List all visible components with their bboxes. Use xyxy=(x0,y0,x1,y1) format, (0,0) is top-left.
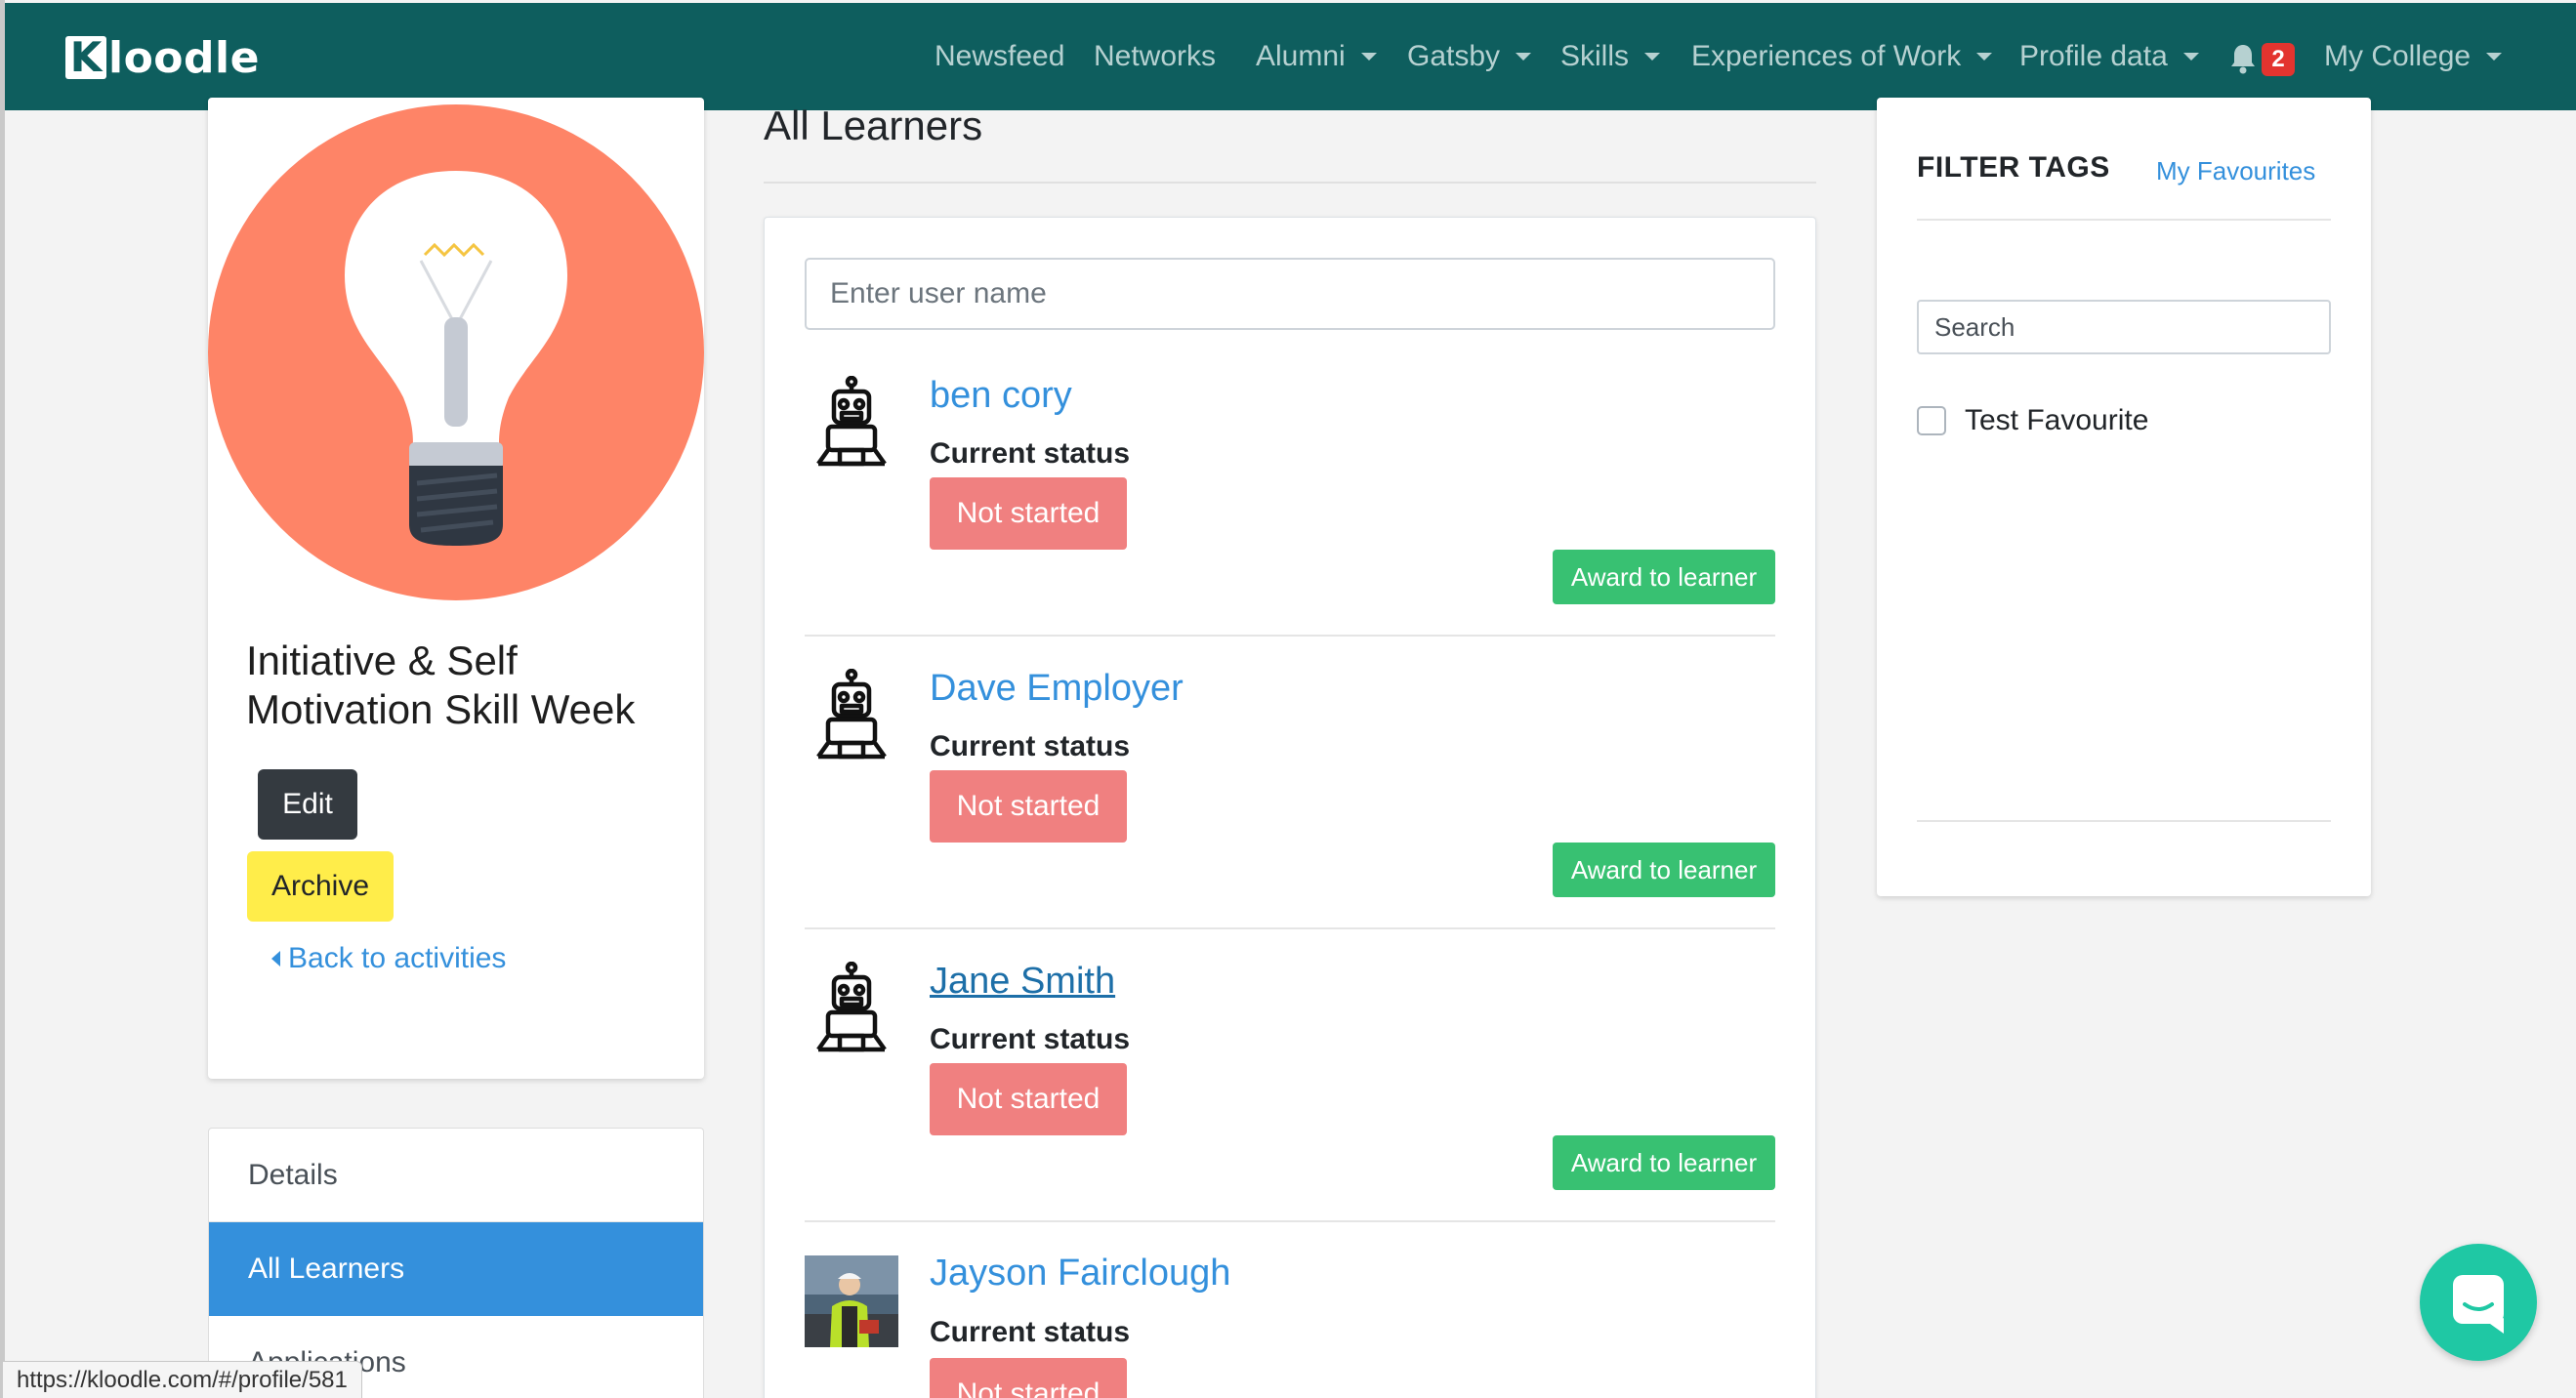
activity-menu: Details All Learners Applications xyxy=(208,1128,704,1398)
row-divider xyxy=(805,635,1775,637)
learner-name-link[interactable]: Jayson Fairclough xyxy=(930,1253,1230,1295)
status-badge: Not started xyxy=(930,770,1127,843)
status-label: Current status xyxy=(930,730,1131,762)
nav-label: Experiences of Work xyxy=(1691,40,1962,72)
nav-label: Alumni xyxy=(1256,40,1346,72)
caret-down-icon xyxy=(2486,53,2503,61)
archive-button[interactable]: Archive xyxy=(247,851,394,922)
page-title: All Learners xyxy=(764,103,983,148)
divider xyxy=(1917,219,2331,221)
tag-search-input[interactable] xyxy=(1917,300,2331,354)
divider xyxy=(1917,820,2331,822)
logo-wordmark: loodle xyxy=(108,32,260,83)
kloodle-logo[interactable]: K loodle xyxy=(65,32,260,83)
robot-avatar-icon xyxy=(816,376,887,467)
robot-avatar-icon xyxy=(816,962,887,1052)
caret-down-icon xyxy=(2182,53,2199,61)
bell-icon[interactable] xyxy=(2229,43,2257,74)
menu-item-details[interactable]: Details xyxy=(209,1129,703,1222)
learner-photo-avatar xyxy=(805,1255,898,1347)
filter-tags-card xyxy=(1877,98,2371,896)
row-divider xyxy=(805,1220,1775,1222)
nav-profile-data-dropdown[interactable]: Profile data xyxy=(2019,37,2199,76)
status-label: Current status xyxy=(930,437,1131,470)
nav-label: Gatsby xyxy=(1407,40,1501,72)
test-favourite-checkbox[interactable] xyxy=(1917,406,1946,435)
nav-my-college-dropdown[interactable]: My College xyxy=(2324,37,2503,76)
award-to-learner-button[interactable]: Award to learner xyxy=(1553,843,1775,897)
caret-down-icon xyxy=(1516,53,1532,61)
edit-button[interactable]: Edit xyxy=(258,769,357,840)
test-favourite-label[interactable]: Test Favourite xyxy=(1965,404,2148,437)
back-to-activities-link[interactable]: Back to activities xyxy=(271,942,506,975)
learner-name-link[interactable]: Dave Employer xyxy=(930,668,1184,710)
nav-skills-dropdown[interactable]: Skills xyxy=(1560,37,1661,76)
nav-newsfeed[interactable]: Newsfeed xyxy=(935,37,1064,76)
nav-label: Profile data xyxy=(2019,40,2168,72)
window-edge xyxy=(0,0,5,1398)
browser-status-url: https://kloodle.com/#/profile/581 xyxy=(3,1361,362,1398)
back-link-label: Back to activities xyxy=(288,942,507,974)
caret-down-icon xyxy=(1360,53,1377,61)
award-to-learner-button[interactable]: Award to learner xyxy=(1553,550,1775,604)
nav-label: Skills xyxy=(1560,40,1630,72)
status-badge: Not started xyxy=(930,1358,1127,1398)
award-to-learner-button[interactable]: Award to learner xyxy=(1553,1135,1775,1190)
status-badge: Not started xyxy=(930,477,1127,550)
nav-alumni-dropdown[interactable]: Alumni xyxy=(1256,37,1377,76)
row-divider xyxy=(805,927,1775,929)
my-favourites-link[interactable]: My Favourites xyxy=(2156,156,2315,186)
user-search-input[interactable] xyxy=(805,258,1775,330)
status-label: Current status xyxy=(930,1023,1131,1055)
nav-gatsby-dropdown[interactable]: Gatsby xyxy=(1407,37,1532,76)
nav-experiences-dropdown[interactable]: Experiences of Work xyxy=(1691,37,1993,76)
logo-k-mark: K xyxy=(65,36,106,79)
divider xyxy=(764,182,1816,184)
status-label: Current status xyxy=(930,1316,1131,1348)
learner-name-link[interactable]: ben cory xyxy=(930,375,1072,417)
activity-title: Initiative & Self Motivation Skill Week xyxy=(246,637,636,732)
nav-networks[interactable]: Networks xyxy=(1094,37,1216,76)
learner-name-link[interactable]: Jane Smith xyxy=(930,961,1115,1003)
status-badge: Not started xyxy=(930,1063,1127,1135)
caret-left-icon xyxy=(271,951,280,966)
menu-item-all-learners[interactable]: All Learners xyxy=(209,1222,703,1316)
robot-avatar-icon xyxy=(816,669,887,760)
notification-count-badge: 2 xyxy=(2262,43,2295,76)
caret-down-icon xyxy=(1644,53,1661,61)
filter-tags-title: FILTER TAGS xyxy=(1917,151,2110,184)
chat-icon xyxy=(2453,1275,2504,1334)
lightbulb-icon xyxy=(208,104,704,600)
chat-launcher-button[interactable] xyxy=(2420,1244,2537,1361)
nav-label: My College xyxy=(2324,40,2472,72)
nav-label: Newsfeed xyxy=(935,40,1065,72)
nav-label: Networks xyxy=(1094,40,1217,72)
caret-down-icon xyxy=(1976,53,1993,61)
